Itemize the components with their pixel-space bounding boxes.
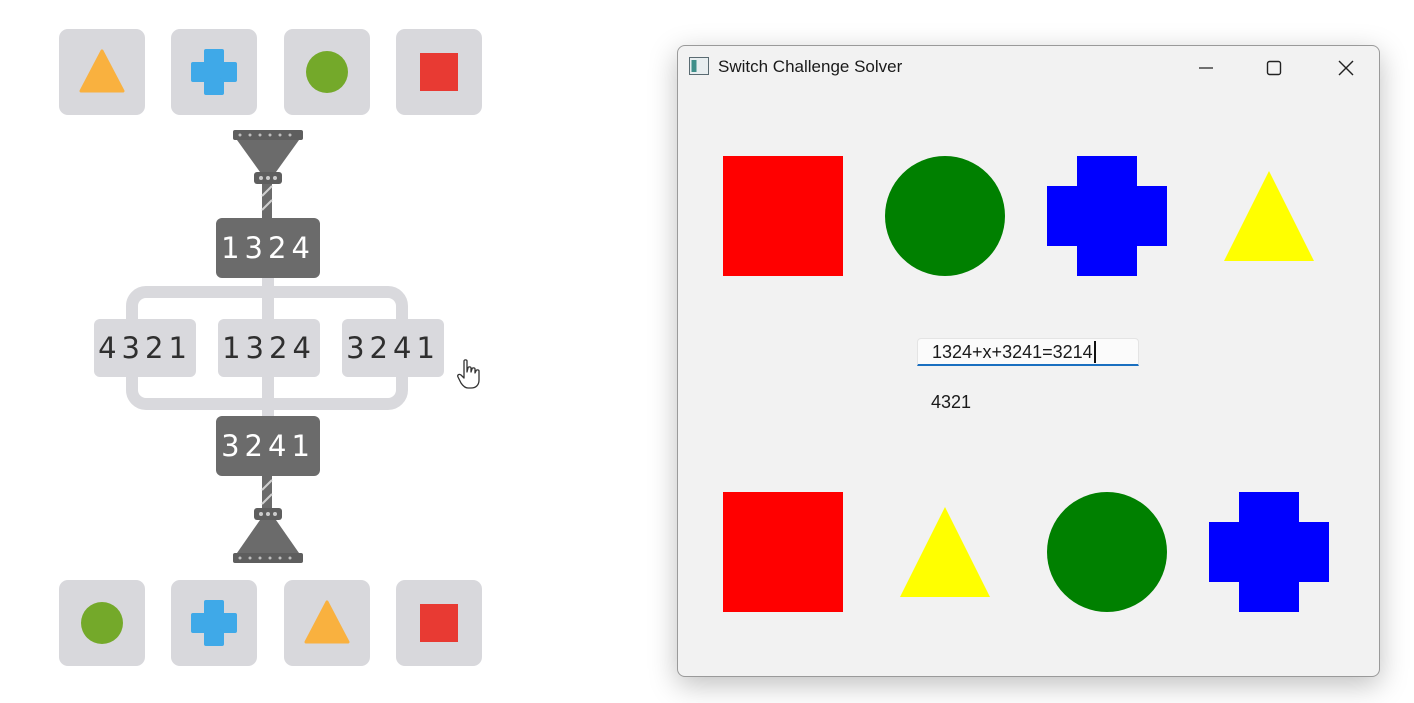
close-button[interactable] [1312, 46, 1379, 90]
top-plus-shape [1047, 156, 1167, 276]
bottom-circle-shape [1047, 492, 1167, 612]
hand-cursor-icon [457, 359, 480, 389]
bottom-triangle-shape [900, 507, 990, 597]
minimize-icon [1199, 67, 1213, 69]
equation-value: 1324+x+3241=3214 [932, 342, 1093, 362]
bottom-plus-shape [1209, 492, 1329, 612]
triangle-icon [304, 600, 350, 644]
bottom-tile-1 [59, 580, 145, 666]
plus-icon [191, 600, 237, 646]
input-code-box: 1324 [216, 218, 320, 278]
bottom-square-shape [723, 492, 843, 612]
switch-option-3[interactable]: 3241 [342, 319, 444, 377]
maximize-button[interactable] [1240, 46, 1308, 90]
close-icon [1338, 60, 1354, 76]
output-code-box: 3241 [216, 416, 320, 476]
maximize-icon [1266, 60, 1282, 76]
switch-option-1[interactable]: 4321 [94, 319, 196, 377]
window-title: Switch Challenge Solver [718, 57, 903, 76]
top-square-shape [723, 156, 843, 276]
top-circle-shape [885, 156, 1005, 276]
bottom-tile-4 [396, 580, 482, 666]
bottom-tile-3 [284, 580, 370, 666]
solver-window: Switch Challenge Solver 1324+x+3241=3214… [677, 45, 1380, 677]
title-bar[interactable]: Switch Challenge Solver [678, 46, 1379, 90]
equation-input[interactable]: 1324+x+3241=3214 [917, 338, 1139, 366]
minimize-button[interactable] [1172, 46, 1240, 90]
result-label: 4321 [931, 392, 972, 412]
top-triangle-shape [1224, 171, 1314, 261]
app-window-icon [689, 57, 709, 75]
bottom-tile-2 [171, 580, 257, 666]
switch-option-2[interactable]: 1324 [218, 319, 320, 377]
square-icon [420, 604, 458, 642]
text-caret [1093, 341, 1096, 363]
circle-icon [81, 602, 123, 644]
